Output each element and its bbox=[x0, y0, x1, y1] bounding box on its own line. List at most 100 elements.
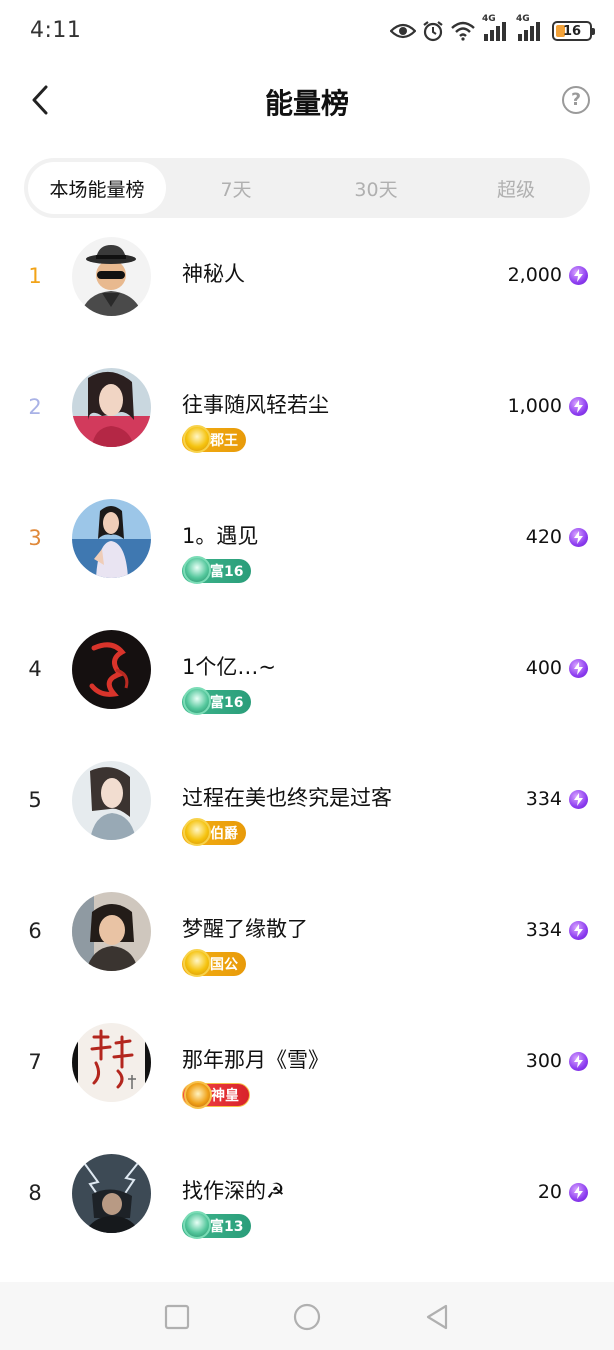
help-button[interactable]: ? bbox=[562, 86, 590, 114]
badge-label: 神皇 bbox=[211, 1088, 239, 1104]
avatar[interactable] bbox=[72, 1023, 151, 1102]
tab-7-days[interactable]: 7天 bbox=[166, 162, 306, 214]
energy-amount: 1,000 bbox=[507, 395, 562, 417]
rank-number: 7 bbox=[28, 1050, 42, 1074]
eye-icon bbox=[390, 21, 416, 41]
user-name: 那年那月《雪》 bbox=[182, 1048, 329, 1072]
crown-gem-icon bbox=[183, 949, 211, 977]
lightning-icon bbox=[569, 658, 588, 678]
badge-label: 伯爵 bbox=[210, 826, 238, 842]
list-item[interactable]: 4 1个亿…~ 富16 400 bbox=[0, 623, 614, 754]
lightning-icon bbox=[569, 265, 588, 285]
energy-value: 420 bbox=[526, 526, 588, 548]
back-nav-button[interactable] bbox=[422, 1302, 452, 1332]
energy-amount: 420 bbox=[525, 526, 562, 548]
crown-gem-icon bbox=[184, 1081, 212, 1109]
badge-rank-title: 伯爵 bbox=[182, 818, 246, 846]
lightning-icon bbox=[569, 527, 588, 547]
list-item[interactable]: 1 神秘人 2,000 bbox=[0, 230, 614, 361]
energy-value: 334 bbox=[526, 919, 588, 941]
energy-value: 2,000 bbox=[508, 264, 588, 286]
page-title: 能量榜 bbox=[264, 87, 349, 120]
user-name: 找作深的☭ bbox=[182, 1179, 285, 1203]
tab-current-session[interactable]: 本场能量榜 bbox=[28, 162, 166, 214]
wifi-icon bbox=[450, 21, 476, 41]
lightning-icon bbox=[569, 789, 588, 809]
tab-super[interactable]: 超级 bbox=[446, 162, 586, 214]
avatar[interactable] bbox=[72, 1154, 151, 1233]
badge-label: 富16 bbox=[210, 695, 244, 711]
lightning-icon bbox=[569, 1182, 588, 1202]
energy-amount: 334 bbox=[525, 788, 562, 810]
crown-gem-icon bbox=[183, 818, 211, 846]
network-type: 4G bbox=[482, 14, 496, 24]
status-icons: 4G 4G 16 bbox=[390, 14, 595, 44]
list-item[interactable]: 2 往事随风轻若尘 郡王 1,000 bbox=[0, 361, 614, 492]
list-item[interactable]: 3 1。遇见 富16 420 bbox=[0, 492, 614, 623]
badge-rank-title: 国公 bbox=[182, 949, 246, 977]
square-recents-icon bbox=[164, 1304, 190, 1330]
battery-level: 16 bbox=[562, 23, 582, 39]
network-type: 4G bbox=[516, 14, 530, 24]
rank-number: 5 bbox=[28, 788, 42, 812]
header: 能量榜 ? bbox=[0, 62, 614, 142]
badge-wealth-level: 富16 bbox=[182, 687, 252, 715]
energy-value: 1,000 bbox=[508, 395, 588, 417]
home-button[interactable] bbox=[292, 1302, 322, 1332]
wealth-gem-icon bbox=[183, 556, 211, 584]
wealth-gem-icon bbox=[183, 687, 211, 715]
energy-value: 300 bbox=[526, 1050, 588, 1072]
lightning-icon bbox=[569, 1051, 588, 1071]
avatar[interactable] bbox=[72, 237, 151, 316]
rank-number: 3 bbox=[28, 526, 42, 550]
rank-number: 8 bbox=[28, 1181, 42, 1205]
badge-wealth-level: 富13 bbox=[182, 1211, 252, 1239]
user-name: 往事随风轻若尘 bbox=[182, 393, 329, 417]
system-nav-bar bbox=[0, 1282, 614, 1350]
user-name: 梦醒了缘散了 bbox=[182, 917, 308, 941]
badge-rank-title: 郡王 bbox=[182, 425, 246, 453]
rank-number: 6 bbox=[28, 919, 42, 943]
list-item[interactable]: 8 找作深的☭ 富13 20 bbox=[0, 1147, 614, 1278]
help-icon: ? bbox=[571, 90, 581, 110]
crown-gem-icon bbox=[183, 425, 211, 453]
status-bar: 4:11 4G 4G 16 bbox=[0, 0, 614, 62]
avatar[interactable] bbox=[72, 892, 151, 971]
rank-number: 4 bbox=[28, 657, 42, 681]
badge-wealth-level: 富16 bbox=[182, 556, 252, 584]
energy-value: 334 bbox=[526, 788, 588, 810]
energy-amount: 400 bbox=[525, 657, 562, 679]
alarm-icon bbox=[422, 20, 444, 42]
lightning-icon bbox=[569, 396, 588, 416]
badge-label: 富16 bbox=[210, 564, 244, 580]
energy-amount: 334 bbox=[525, 919, 562, 941]
energy-amount: 2,000 bbox=[507, 264, 562, 286]
energy-value: 20 bbox=[538, 1181, 588, 1203]
recents-button[interactable] bbox=[162, 1302, 192, 1332]
user-name: 过程在美也终究是过客 bbox=[182, 786, 392, 810]
energy-amount: 20 bbox=[537, 1181, 562, 1203]
signal-icon: 4G bbox=[482, 14, 510, 42]
tab-30-days[interactable]: 30天 bbox=[306, 162, 446, 214]
badge-rank-title: 神皇 bbox=[182, 1081, 250, 1109]
badge-label: 郡王 bbox=[210, 433, 238, 449]
list-item[interactable]: 5 过程在美也终究是过客 伯爵 334 bbox=[0, 754, 614, 885]
list-item[interactable]: 7 那年那月《雪》 神皇 300 bbox=[0, 1016, 614, 1147]
wealth-gem-icon bbox=[183, 1211, 211, 1239]
badge-label: 富13 bbox=[210, 1219, 244, 1235]
avatar[interactable] bbox=[72, 630, 151, 709]
list-item[interactable]: 6 梦醒了缘散了 国公 334 bbox=[0, 885, 614, 1016]
triangle-back-icon bbox=[426, 1304, 448, 1330]
tab-bar: 本场能量榜 7天 30天 超级 bbox=[24, 158, 590, 218]
status-time: 4:11 bbox=[30, 18, 82, 43]
signal-icon: 4G bbox=[516, 14, 544, 42]
avatar[interactable] bbox=[72, 368, 151, 447]
avatar[interactable] bbox=[72, 499, 151, 578]
rank-number: 1 bbox=[28, 264, 42, 288]
rank-list: 1 神秘人 2,000 2 往事随风轻若尘 郡王 1,000 3 1。遇见 富1… bbox=[0, 230, 614, 1278]
rank-number: 2 bbox=[28, 395, 42, 419]
user-name: 神秘人 bbox=[182, 262, 245, 286]
avatar[interactable] bbox=[72, 761, 151, 840]
user-name: 1。遇见 bbox=[182, 524, 259, 548]
lightning-icon bbox=[569, 920, 588, 940]
